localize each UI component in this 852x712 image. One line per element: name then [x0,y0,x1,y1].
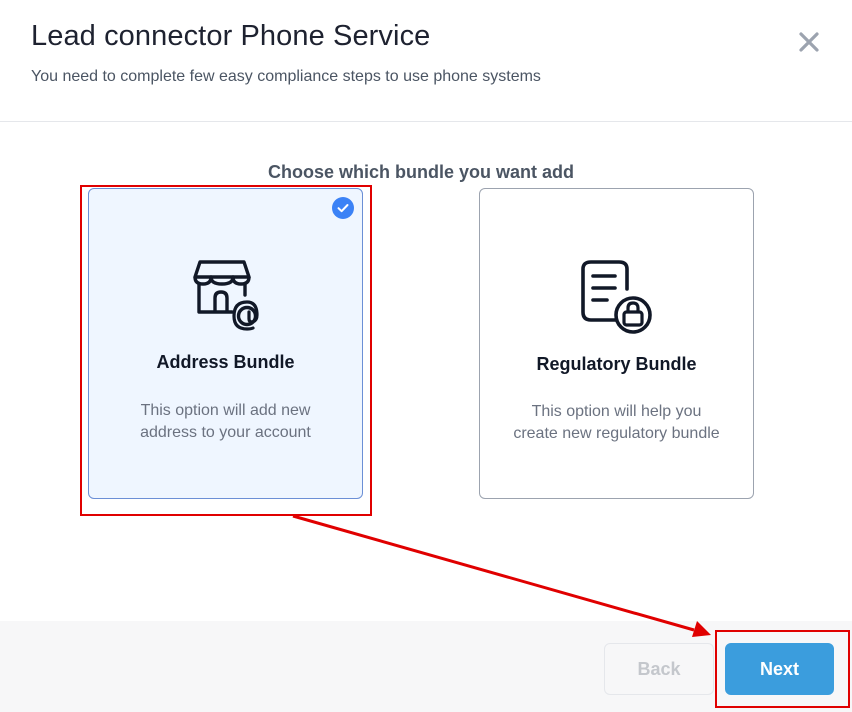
regulatory-bundle-title: Regulatory Bundle [536,354,697,374]
address-bundle-card[interactable]: Address Bundle This option will add new … [88,188,363,499]
selected-check-icon [332,197,354,219]
back-button[interactable]: Back [604,643,714,695]
address-bundle-description: This option will add new address to your… [140,402,311,441]
regulatory-bundle-description: This option will help you create new reg… [513,403,720,442]
document-lock-icon [577,259,657,335]
bundle-prompt: Choose which bundle you want add [267,162,574,182]
modal-title: Lead connector Phone Service [31,20,431,52]
modal-subtitle: You need to complete few easy compliance… [31,68,541,85]
close-button[interactable] [795,28,823,56]
phone-service-modal: Lead connector Phone Service You need to… [0,0,852,712]
address-bundle-title: Address Bundle [156,352,295,372]
next-button[interactable]: Next [725,643,834,695]
store-address-icon [186,257,266,333]
regulatory-bundle-card[interactable]: Regulatory Bundle This option will help … [479,188,754,499]
modal-header: Lead connector Phone Service You need to… [0,0,852,122]
close-icon [799,32,819,52]
